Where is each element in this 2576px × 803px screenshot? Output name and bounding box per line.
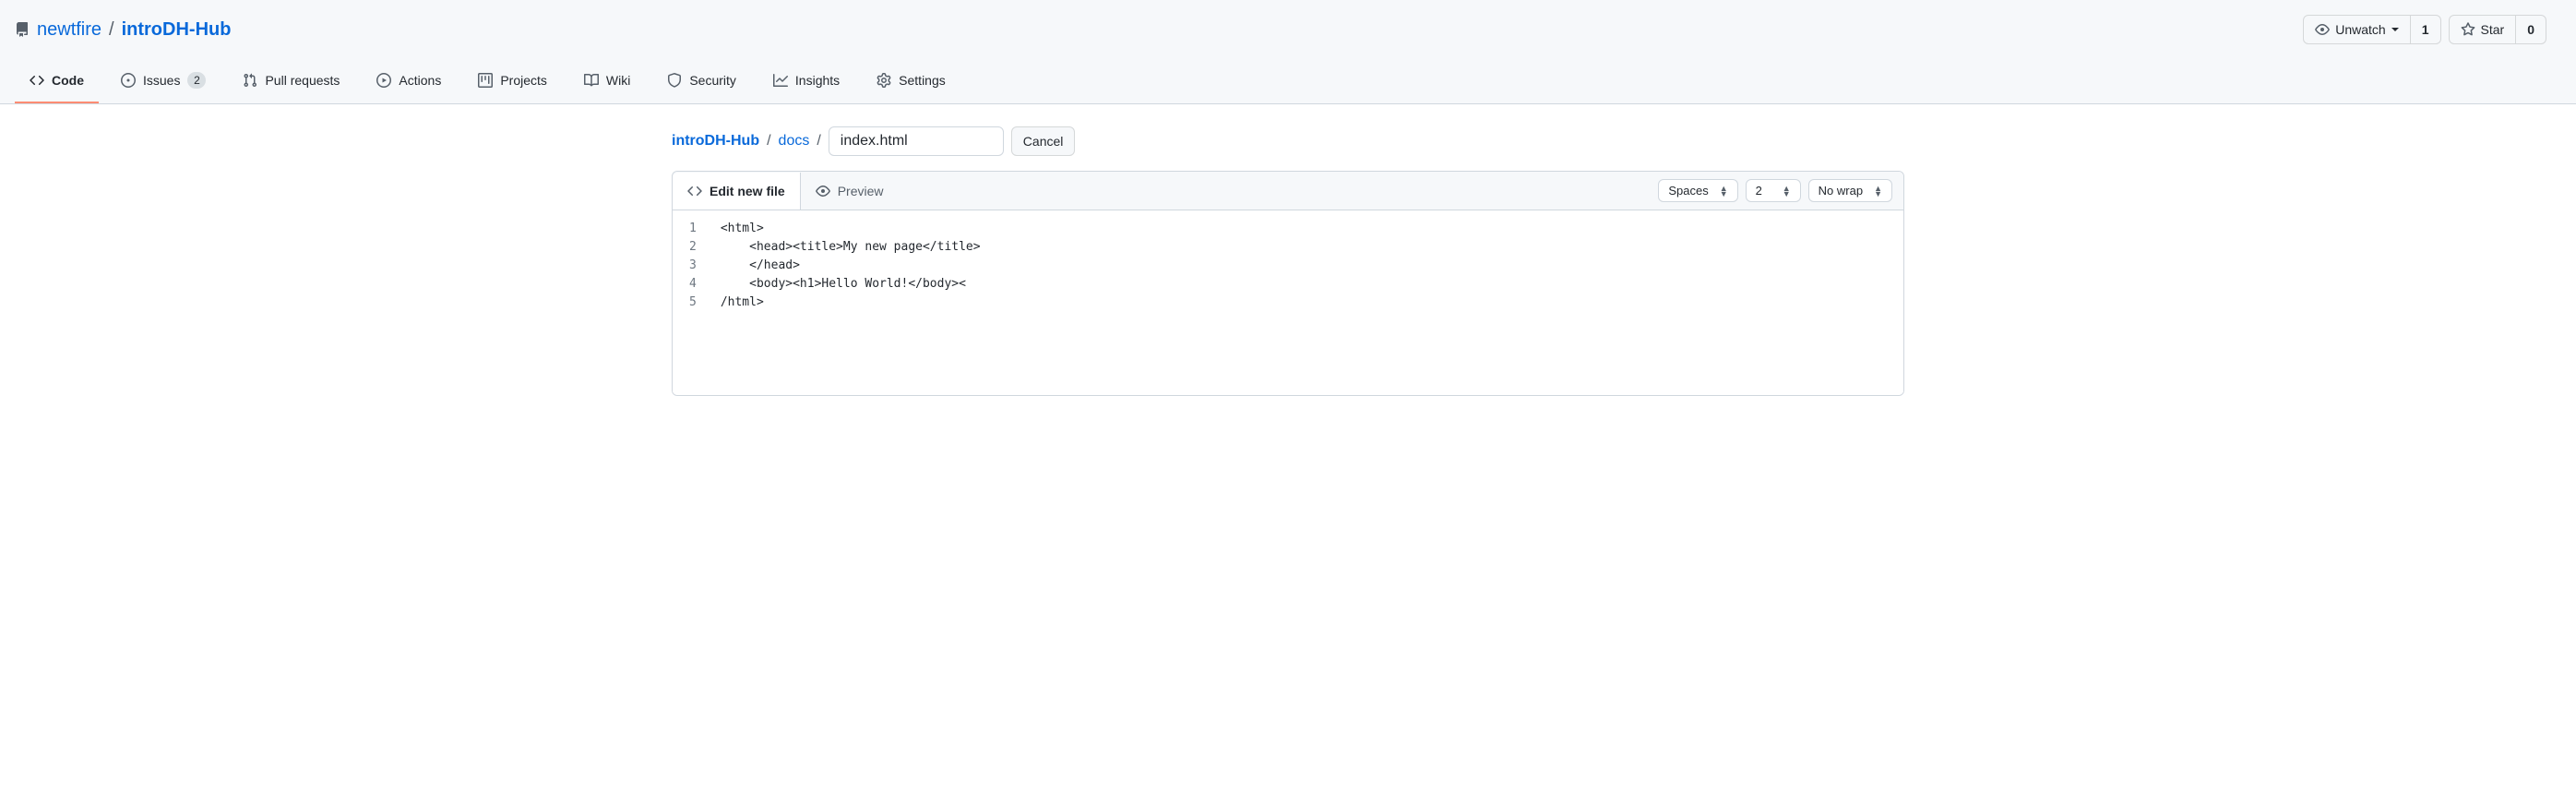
editor-box: Edit new file Preview Spaces ▲▼ 2 ▲▼ No … bbox=[672, 171, 1904, 396]
tab-actions[interactable]: Actions bbox=[362, 59, 456, 103]
repo-icon bbox=[15, 22, 30, 37]
star-count[interactable]: 0 bbox=[2516, 15, 2546, 44]
line-number: 2 bbox=[682, 238, 704, 257]
watch-count[interactable]: 1 bbox=[2411, 15, 2441, 44]
code-line[interactable]: <head><title>My new page</title> bbox=[713, 238, 1903, 257]
code-line[interactable]: </head> bbox=[713, 257, 1903, 275]
wrap-mode-select[interactable]: No wrap ▲▼ bbox=[1808, 179, 1892, 202]
tab-actions-label: Actions bbox=[399, 66, 441, 94]
star-button[interactable]: Star bbox=[2449, 15, 2517, 44]
preview-tab[interactable]: Preview bbox=[801, 173, 900, 210]
line-number: 4 bbox=[682, 275, 704, 294]
wrap-mode-value: No wrap bbox=[1819, 184, 1863, 198]
chevron-down-icon bbox=[2391, 28, 2399, 31]
code-line[interactable]: <body><h1>Hello World!</body>< bbox=[713, 275, 1903, 294]
tab-settings[interactable]: Settings bbox=[862, 59, 960, 103]
cancel-button[interactable]: Cancel bbox=[1011, 126, 1076, 156]
repo-header: newtfire / introDH-Hub Unwatch 1 bbox=[0, 0, 2576, 104]
select-arrows-icon: ▲▼ bbox=[1720, 186, 1728, 197]
issues-count: 2 bbox=[187, 72, 206, 89]
tab-pulls[interactable]: Pull requests bbox=[228, 59, 354, 103]
breadcrumb-repo[interactable]: introDH-Hub bbox=[672, 133, 759, 149]
unwatch-button[interactable]: Unwatch bbox=[2303, 15, 2410, 44]
line-numbers: 12345 bbox=[673, 210, 713, 395]
tab-code-label: Code bbox=[52, 66, 84, 94]
edit-tab-label: Edit new file bbox=[710, 184, 785, 198]
code-lines[interactable]: <html> <head><title>My new page</title> … bbox=[713, 210, 1903, 395]
indent-mode-select[interactable]: Spaces ▲▼ bbox=[1658, 179, 1737, 202]
select-arrows-icon: ▲▼ bbox=[1874, 186, 1882, 197]
watch-group: Unwatch 1 bbox=[2303, 15, 2440, 44]
line-number: 5 bbox=[682, 294, 704, 312]
repo-link[interactable]: introDH-Hub bbox=[122, 19, 232, 40]
preview-tab-label: Preview bbox=[838, 184, 884, 198]
indent-mode-value: Spaces bbox=[1668, 184, 1708, 198]
editor-options: Spaces ▲▼ 2 ▲▼ No wrap ▲▼ bbox=[1647, 172, 1903, 210]
tab-security-label: Security bbox=[689, 66, 736, 94]
tab-security[interactable]: Security bbox=[652, 59, 751, 103]
code-line[interactable]: <html> bbox=[713, 220, 1903, 238]
tab-settings-label: Settings bbox=[899, 66, 946, 94]
breadcrumb: introDH-Hub / docs / Cancel bbox=[672, 126, 1904, 156]
star-group: Star 0 bbox=[2449, 15, 2546, 44]
eye-icon bbox=[2315, 22, 2330, 37]
tab-issues-label: Issues bbox=[143, 66, 180, 94]
edit-file-tab[interactable]: Edit new file bbox=[673, 173, 801, 210]
repo-title: newtfire / introDH-Hub bbox=[15, 19, 231, 41]
tab-issues[interactable]: Issues 2 bbox=[106, 59, 221, 103]
tab-projects-label: Projects bbox=[500, 66, 547, 94]
breadcrumb-separator: / bbox=[767, 133, 770, 150]
tab-wiki-label: Wiki bbox=[606, 66, 630, 94]
select-arrows-icon: ▲▼ bbox=[1783, 186, 1791, 197]
tab-insights-label: Insights bbox=[795, 66, 840, 94]
breadcrumb-separator: / bbox=[817, 133, 820, 150]
repo-title-row: newtfire / introDH-Hub Unwatch 1 bbox=[15, 15, 2546, 44]
line-number: 3 bbox=[682, 257, 704, 275]
editor-tabs-left: Edit new file Preview bbox=[673, 173, 899, 210]
repo-nav: Code Issues 2 Pull requests Actions Proj… bbox=[15, 59, 2546, 103]
star-label: Star bbox=[2481, 20, 2505, 39]
indent-size-select[interactable]: 2 ▲▼ bbox=[1746, 179, 1801, 202]
owner-link[interactable]: newtfire bbox=[37, 19, 101, 41]
unwatch-label: Unwatch bbox=[2335, 20, 2385, 39]
tab-code[interactable]: Code bbox=[15, 59, 99, 103]
editor-tabs: Edit new file Preview Spaces ▲▼ 2 ▲▼ No … bbox=[673, 172, 1903, 210]
line-number: 1 bbox=[682, 220, 704, 238]
star-icon bbox=[2461, 22, 2475, 37]
code-line[interactable]: /html> bbox=[713, 294, 1903, 312]
repo-actions: Unwatch 1 Star 0 bbox=[2303, 15, 2546, 44]
breadcrumb-folder[interactable]: docs bbox=[779, 133, 810, 150]
tab-wiki[interactable]: Wiki bbox=[569, 59, 645, 103]
tab-projects[interactable]: Projects bbox=[463, 59, 562, 103]
main-container: introDH-Hub / docs / Cancel Edit new fil… bbox=[642, 104, 1934, 418]
filename-input[interactable] bbox=[829, 126, 1004, 156]
tab-pulls-label: Pull requests bbox=[265, 66, 340, 94]
indent-size-value: 2 bbox=[1756, 184, 1762, 198]
code-editor[interactable]: 12345 <html> <head><title>My new page</t… bbox=[673, 210, 1903, 395]
tab-insights[interactable]: Insights bbox=[758, 59, 854, 103]
breadcrumb-separator: / bbox=[109, 19, 114, 41]
